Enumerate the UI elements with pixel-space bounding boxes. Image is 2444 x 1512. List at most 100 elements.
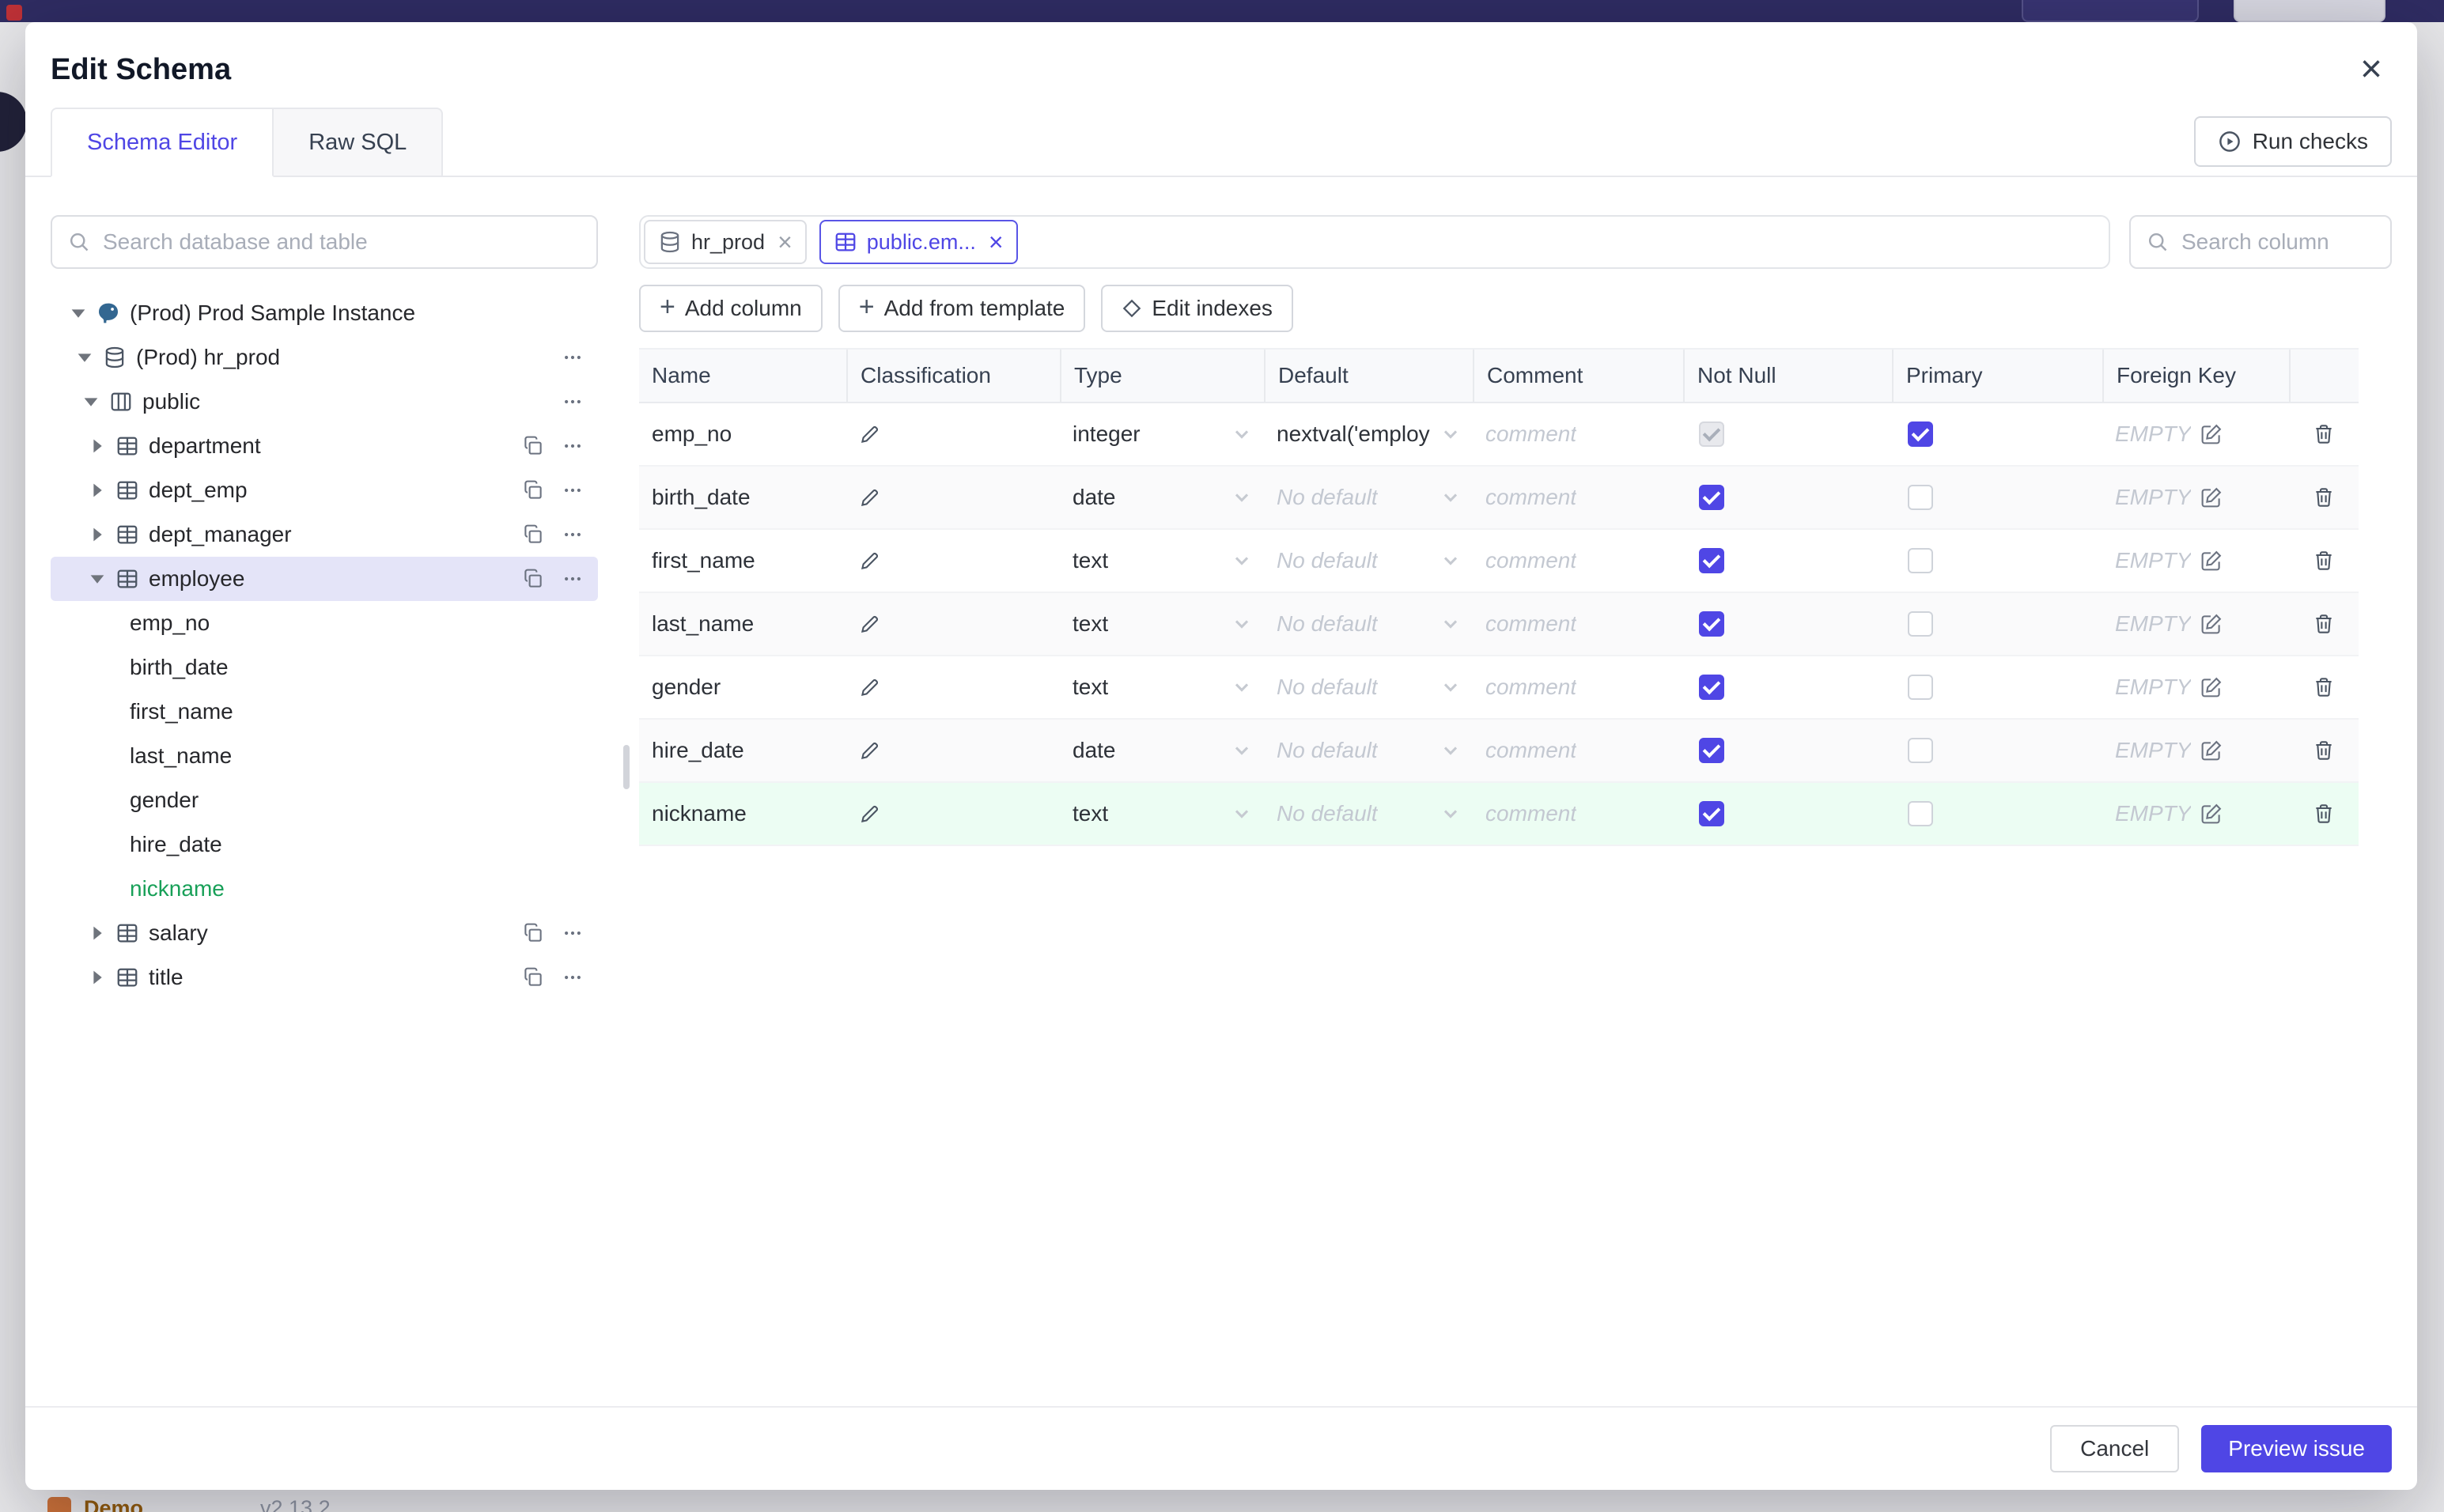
add-column-button[interactable]: + Add column (639, 285, 823, 332)
trash-icon[interactable] (2313, 613, 2335, 635)
edit-indexes-button[interactable]: Edit indexes (1101, 285, 1293, 332)
copy-icon[interactable] (522, 435, 544, 457)
close-icon[interactable]: × (2351, 47, 2392, 92)
cancel-button[interactable]: Cancel (2050, 1425, 2180, 1472)
add-from-template-button[interactable]: + Add from template (838, 285, 1086, 332)
ellipsis-icon[interactable] (560, 922, 585, 944)
ellipsis-icon[interactable] (560, 346, 585, 369)
panel-resizer[interactable] (614, 177, 639, 1406)
comment-input[interactable]: comment (1473, 593, 1683, 655)
default-select[interactable]: No default (1264, 593, 1473, 655)
pencil-icon[interactable] (859, 613, 881, 635)
default-select[interactable]: No default (1264, 720, 1473, 781)
tree-item-dept-manager[interactable]: dept_manager (51, 512, 598, 557)
tree-column-gender[interactable]: gender (51, 778, 598, 822)
default-select[interactable]: No default (1264, 656, 1473, 718)
type-select[interactable]: text (1060, 593, 1264, 655)
primary-checkbox[interactable] (1908, 485, 1933, 510)
pencil-icon[interactable] (859, 676, 881, 698)
pencil-icon[interactable] (859, 739, 881, 762)
trash-icon[interactable] (2313, 423, 2335, 445)
primary-checkbox[interactable] (1908, 611, 1933, 637)
tree-item-salary[interactable]: salary (51, 911, 598, 955)
primary-checkbox[interactable] (1908, 675, 1933, 700)
tab-raw-sql[interactable]: Raw SQL (274, 108, 444, 177)
caret-down-icon[interactable] (70, 304, 87, 322)
primary-checkbox[interactable] (1908, 738, 1933, 763)
pencil-icon[interactable] (859, 486, 881, 508)
tree-column-nickname[interactable]: nickname (51, 867, 598, 911)
run-checks-button[interactable]: Run checks (2193, 116, 2392, 167)
not-null-checkbox[interactable] (1699, 548, 1724, 573)
tree-column-hire-date[interactable]: hire_date (51, 822, 598, 867)
preview-issue-button[interactable]: Preview issue (2201, 1425, 2392, 1472)
tree-item-dept-emp[interactable]: dept_emp (51, 468, 598, 512)
comment-input[interactable]: comment (1473, 530, 1683, 592)
type-select[interactable]: integer (1060, 403, 1264, 465)
primary-checkbox[interactable] (1908, 421, 1933, 447)
type-select[interactable]: text (1060, 656, 1264, 718)
trash-icon[interactable] (2313, 739, 2335, 762)
tree-item-prod-prod-sample-instance[interactable]: (Prod) Prod Sample Instance (51, 291, 598, 335)
caret-right-icon[interactable] (89, 437, 106, 455)
pencil-icon[interactable] (859, 803, 881, 825)
tree-item-public[interactable]: public (51, 380, 598, 424)
tree-item-employee[interactable]: employee (51, 557, 598, 601)
not-null-checkbox[interactable] (1699, 485, 1724, 510)
column-name-input[interactable]: gender (652, 675, 721, 700)
caret-down-icon[interactable] (82, 393, 100, 410)
ellipsis-icon[interactable] (560, 524, 585, 546)
pencil-square-icon[interactable] (2200, 739, 2223, 762)
tree-item-title[interactable]: title (51, 955, 598, 1000)
comment-input[interactable]: comment (1473, 783, 1683, 845)
caret-right-icon[interactable] (89, 482, 106, 499)
default-select[interactable]: No default (1264, 783, 1473, 845)
caret-right-icon[interactable] (89, 526, 106, 543)
table-tab-chip-hr-prod[interactable]: hr_prod × (644, 220, 807, 264)
copy-icon[interactable] (522, 922, 544, 944)
tree-column-last-name[interactable]: last_name (51, 734, 598, 778)
copy-icon[interactable] (522, 479, 544, 501)
pencil-square-icon[interactable] (2200, 613, 2223, 635)
caret-down-icon[interactable] (76, 349, 93, 366)
not-null-checkbox[interactable] (1699, 801, 1724, 826)
copy-icon[interactable] (522, 568, 544, 590)
comment-input[interactable]: comment (1473, 720, 1683, 781)
copy-icon[interactable] (522, 524, 544, 546)
pencil-square-icon[interactable] (2200, 676, 2223, 698)
caret-right-icon[interactable] (89, 969, 106, 986)
close-icon[interactable]: × (989, 229, 1004, 255)
tree-column-emp-no[interactable]: emp_no (51, 601, 598, 645)
pencil-icon[interactable] (859, 550, 881, 572)
pencil-square-icon[interactable] (2200, 486, 2223, 508)
primary-checkbox[interactable] (1908, 801, 1933, 826)
tree-item-prod-hr-prod[interactable]: (Prod) hr_prod (51, 335, 598, 380)
default-select[interactable]: No default (1264, 467, 1473, 528)
ellipsis-icon[interactable] (560, 568, 585, 590)
ellipsis-icon[interactable] (560, 479, 585, 501)
copy-icon[interactable] (522, 966, 544, 988)
primary-checkbox[interactable] (1908, 548, 1933, 573)
column-name-input[interactable]: first_name (652, 548, 755, 573)
trash-icon[interactable] (2313, 550, 2335, 572)
trash-icon[interactable] (2313, 803, 2335, 825)
type-select[interactable]: text (1060, 783, 1264, 845)
tree-item-department[interactable]: department (51, 424, 598, 468)
tree-column-first-name[interactable]: first_name (51, 690, 598, 734)
type-select[interactable]: date (1060, 467, 1264, 528)
column-search-input[interactable] (2181, 229, 2374, 255)
comment-input[interactable]: comment (1473, 403, 1683, 465)
pencil-square-icon[interactable] (2200, 423, 2223, 445)
tree-search-input[interactable] (103, 229, 581, 255)
pencil-icon[interactable] (859, 423, 881, 445)
default-select[interactable]: No default (1264, 530, 1473, 592)
caret-down-icon[interactable] (89, 570, 106, 588)
column-name-input[interactable]: birth_date (652, 485, 751, 510)
type-select[interactable]: text (1060, 530, 1264, 592)
not-null-checkbox[interactable] (1699, 675, 1724, 700)
comment-input[interactable]: comment (1473, 467, 1683, 528)
default-select[interactable]: nextval('employ (1264, 403, 1473, 465)
tree-column-birth-date[interactable]: birth_date (51, 645, 598, 690)
caret-right-icon[interactable] (89, 924, 106, 942)
resizer-handle[interactable] (623, 744, 630, 789)
